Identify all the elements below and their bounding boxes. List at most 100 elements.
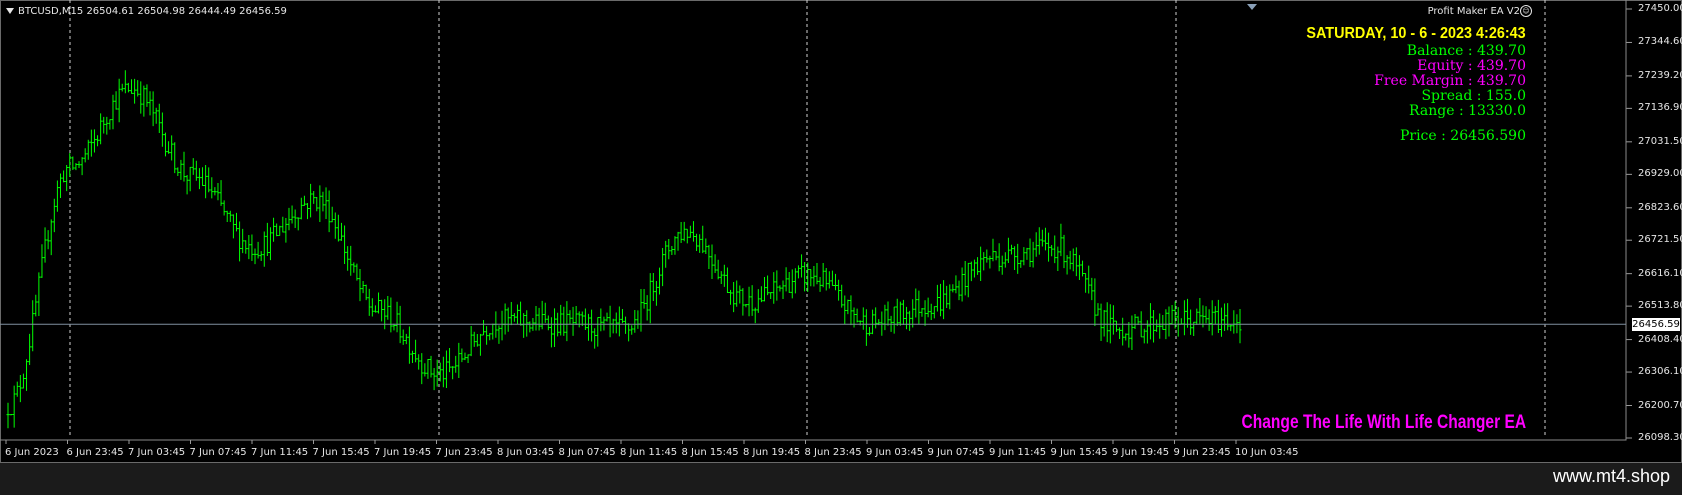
ohlc-bar <box>750 285 754 316</box>
ohlc-bar <box>716 259 720 280</box>
ohlc-bar <box>259 251 263 262</box>
ohlc-bar <box>28 333 32 366</box>
ohlc-bar <box>645 295 649 321</box>
ohlc-bar <box>809 269 813 287</box>
ohlc-bar <box>593 328 597 349</box>
datetime-label: SATURDAY, 10 - 6 - 2023 4:26:43 <box>1306 25 1526 42</box>
ohlc-bar <box>1152 310 1156 343</box>
ohlc-bar <box>713 254 717 274</box>
ohlc-bar <box>559 304 563 336</box>
ohlc-bar <box>31 300 35 352</box>
ohlc-bar <box>821 263 825 288</box>
ohlc-bar <box>377 292 381 314</box>
ohlc-bar <box>590 309 594 342</box>
ohlc-bar <box>262 231 266 267</box>
ohlc-bar <box>49 219 53 256</box>
x-tick-label: 8 Jun 23:45 <box>804 447 862 458</box>
ohlc-bar <box>256 241 260 259</box>
x-tick-label: 8 Jun 07:45 <box>558 447 616 458</box>
ohlc-bar <box>40 244 44 278</box>
chart-shift-marker-icon[interactable] <box>1247 4 1257 10</box>
ohlc-bar <box>827 271 831 289</box>
ohlc-bar <box>401 329 405 345</box>
ohlc-bar <box>525 310 529 337</box>
x-tick-label: 10 Jun 03:45 <box>1235 447 1299 458</box>
ohlc-bar <box>1013 246 1017 271</box>
ohlc-bar <box>1213 306 1217 325</box>
x-tick-label: 9 Jun 15:45 <box>1050 447 1108 458</box>
ohlc-bar <box>77 161 81 169</box>
ohlc-bar <box>238 221 242 262</box>
ohlc-bar <box>448 348 452 373</box>
ohlc-bar <box>1037 227 1041 255</box>
ohlc-bar <box>698 234 702 253</box>
ohlc-bar <box>111 94 115 130</box>
ohlc-bar <box>355 263 359 281</box>
ohlc-bar <box>633 309 637 333</box>
ohlc-bar <box>34 294 38 317</box>
ohlc-bar <box>182 151 186 182</box>
y-tick-label: 26408.40 <box>1638 333 1682 345</box>
ohlc-bar <box>994 251 998 261</box>
ohlc-bar <box>942 280 946 320</box>
ohlc-bar <box>895 298 899 326</box>
ohlc-bar <box>784 267 788 292</box>
ohlc-bar <box>577 311 581 328</box>
ohlc-bar <box>469 325 473 357</box>
ohlc-bar <box>905 306 909 330</box>
ohlc-bar <box>1053 235 1057 264</box>
x-tick-label: 7 Jun 11:45 <box>251 447 309 458</box>
ohlc-bar <box>673 236 677 255</box>
x-tick-label: 7 Jun 03:45 <box>128 447 186 458</box>
ohlc-bar <box>352 262 356 273</box>
ohlc-bar <box>917 290 921 325</box>
ohlc-bar <box>1179 318 1183 325</box>
footer-site[interactable]: www.mt4.shop <box>1553 466 1670 487</box>
ohlc-bar <box>241 228 245 254</box>
slogan-text: Change The Life With Life Changer EA <box>1241 412 1526 433</box>
ohlc-bar <box>608 305 612 338</box>
ohlc-bar <box>898 301 902 326</box>
y-tick-label: 26306.10 <box>1638 366 1682 378</box>
ohlc-bar <box>478 333 482 356</box>
ohlc-bar <box>935 284 939 312</box>
ohlc-bar <box>1016 243 1020 274</box>
ohlc-bar <box>756 289 760 313</box>
ohlc-bar <box>725 267 729 293</box>
range-label: Range : 13330.0 <box>1409 103 1526 119</box>
ohlc-bar <box>1204 306 1208 324</box>
ohlc-bar <box>299 197 303 220</box>
ohlc-bar <box>960 267 964 302</box>
ohlc-bar <box>553 308 557 347</box>
ohlc-bar <box>747 286 751 317</box>
ohlc-bar <box>136 80 140 97</box>
dropdown-triangle-icon[interactable] <box>6 8 14 14</box>
ohlc-bar <box>414 339 418 363</box>
ohlc-bar <box>1148 303 1152 340</box>
x-tick-label: 9 Jun 19:45 <box>1112 447 1170 458</box>
ohlc-bar <box>404 333 408 345</box>
y-tick-label: 26513.80 <box>1638 300 1682 312</box>
ohlc-bar <box>1155 319 1159 332</box>
ohlc-bar <box>170 135 174 161</box>
ohlc-bar <box>679 221 683 243</box>
ohlc-bar <box>1130 315 1134 351</box>
ohlc-bar <box>954 275 958 294</box>
ohlc-bar <box>664 240 668 268</box>
ohlc-bar <box>790 269 794 299</box>
y-tick-label: 27136.90 <box>1638 102 1682 114</box>
ohlc-bar <box>1096 303 1100 316</box>
ohlc-bar <box>537 307 541 331</box>
ohlc-bar <box>1124 333 1128 341</box>
ohlc-bar <box>105 116 109 135</box>
ohlc-bar <box>985 249 989 263</box>
ohlc-bar <box>741 288 745 316</box>
ohlc-bar <box>695 233 699 251</box>
ohlc-bar <box>908 310 912 331</box>
ohlc-bar <box>1118 327 1122 339</box>
price-bars <box>6 70 1242 429</box>
ohlc-bar <box>670 245 674 256</box>
smiley-icon[interactable]: ☺ <box>1520 5 1532 17</box>
ohlc-bar <box>658 267 662 295</box>
ohlc-bar <box>444 350 448 388</box>
